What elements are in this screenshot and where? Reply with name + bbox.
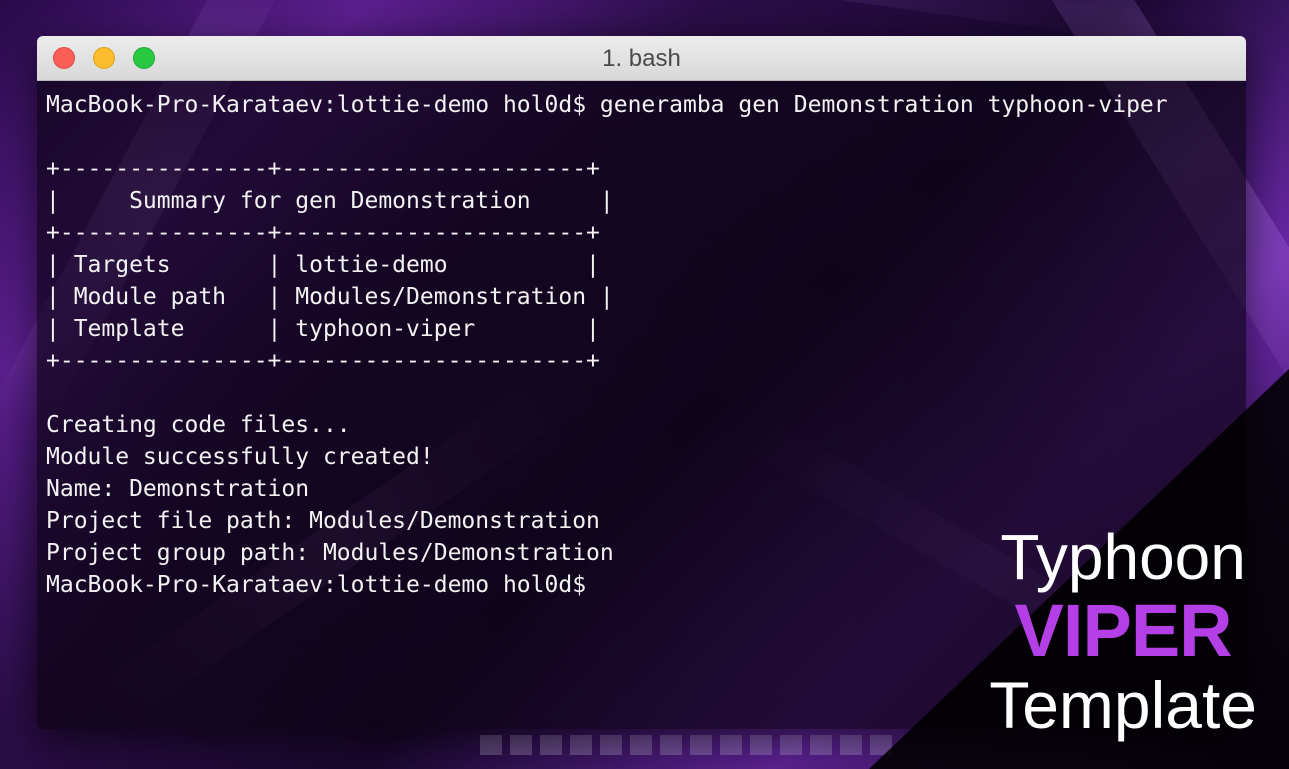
brand-line-template: Template bbox=[989, 668, 1257, 742]
title-bar[interactable]: 1. bash bbox=[37, 36, 1246, 81]
window-title: 1. bash bbox=[602, 45, 681, 72]
summary-table-row-module-path: | Module path | Modules/Demonstration | bbox=[46, 284, 614, 310]
terminal-line-command: MacBook-Pro-Karataev:lottie-demo hol0d$ … bbox=[46, 92, 1168, 118]
summary-table-title: | Summary for gen Demonstration | bbox=[46, 188, 614, 214]
brand-overlay: Typhoon VIPER Template bbox=[989, 521, 1257, 741]
background-beam bbox=[421, 0, 1119, 39]
brand-line-typhoon: Typhoon bbox=[1000, 521, 1246, 593]
summary-table-border: +---------------+----------------------+ bbox=[46, 156, 600, 182]
brand-line-viper: VIPER bbox=[1014, 589, 1233, 672]
summary-table-row-template: | Template | typhoon-viper | bbox=[46, 316, 600, 342]
summary-table-row-targets: | Targets | lottie-demo | bbox=[46, 252, 600, 278]
summary-table-border: +---------------+----------------------+ bbox=[46, 220, 600, 246]
background-floor-lights bbox=[480, 735, 900, 755]
